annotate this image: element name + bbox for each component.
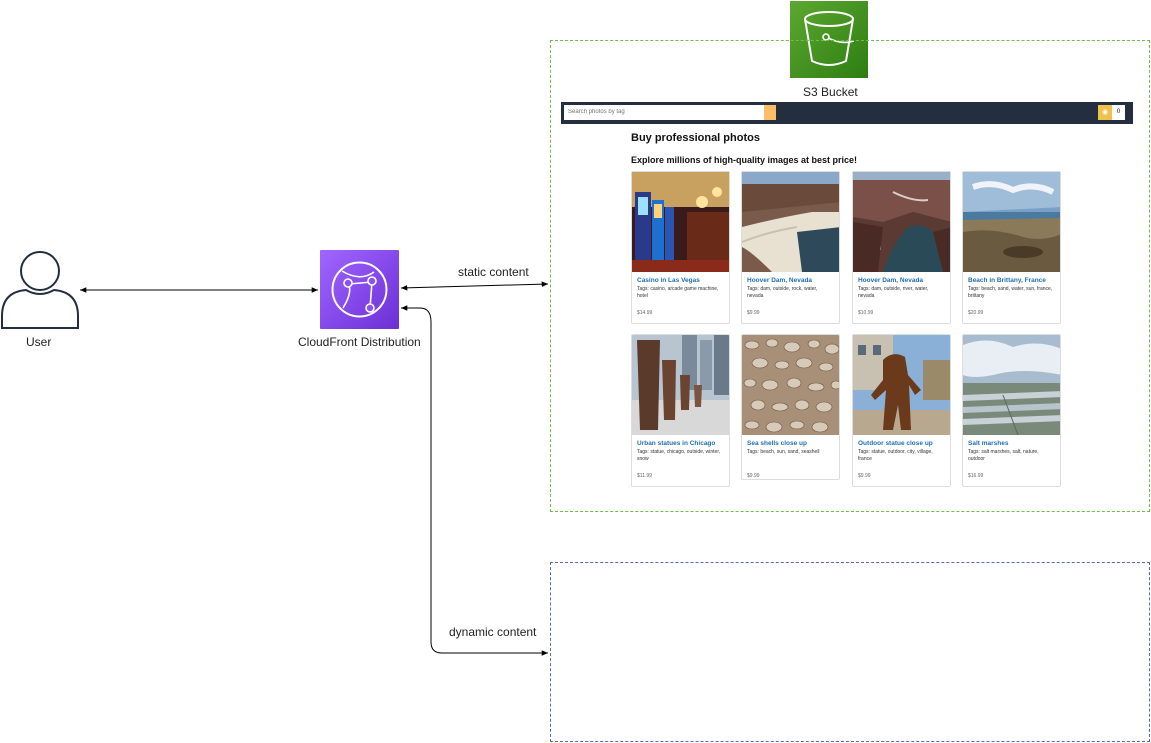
product-tags: Tags: statue, outdoor, city, village, fr… <box>858 449 933 462</box>
product-card[interactable]: Urban statues in Chicago Tags: statue, c… <box>631 334 730 487</box>
product-price: $9.99 <box>747 473 760 479</box>
product-title[interactable]: Beach in Brittany, France <box>968 277 1055 284</box>
shells-photo[interactable] <box>742 335 840 435</box>
product-card[interactable]: Beach in Brittany, France Tags: beach, s… <box>962 171 1061 324</box>
product-card[interactable]: Salt marshes Tags: salt marshes, salt, n… <box>962 334 1061 487</box>
product-title[interactable]: Casino in Las Vegas <box>637 277 724 284</box>
static-content-edge <box>400 281 549 291</box>
product-tags: Tags: beach, sand, water, sun, france, b… <box>968 286 1053 299</box>
product-price: $16.99 <box>968 473 984 479</box>
salt-marsh-photo[interactable] <box>963 335 1061 435</box>
casino-photo[interactable] <box>632 172 730 272</box>
site-search-button[interactable] <box>764 105 776 120</box>
product-title[interactable]: Hoover Dam, Nevada <box>858 277 945 284</box>
product-tags: Tags: salt marshes, salt, nature, outdoo… <box>968 449 1039 462</box>
site-header: ◉ 0 <box>561 102 1133 124</box>
product-price: $9.99 <box>747 310 760 316</box>
dynamic-content-label: dynamic content <box>449 625 537 639</box>
product-price: $20.99 <box>968 310 984 316</box>
product-card[interactable]: Hoover Dam, Nevada Tags: dam, outside, r… <box>852 171 951 324</box>
user-icon <box>1 251 79 329</box>
dam-river-photo[interactable] <box>853 172 951 272</box>
product-tags: Tags: dam, outside, river, water, nevada <box>858 286 929 299</box>
cloudfront-label: CloudFront Distribution <box>298 335 421 349</box>
product-price: $9.99 <box>858 473 871 479</box>
site-cart-button[interactable]: ◉ 0 <box>1098 105 1125 120</box>
cart-count: 0 <box>1112 105 1125 120</box>
statues-photo[interactable] <box>632 335 730 435</box>
dynamic-content-edge <box>401 305 548 656</box>
product-title[interactable]: Outdoor statue close up <box>858 440 945 447</box>
product-card[interactable]: Sea shells close up Tags: beach, sun, sa… <box>741 334 840 480</box>
product-tags: Tags: statue, chicago, outside, winter, … <box>637 449 721 462</box>
product-title[interactable]: Hoover Dam, Nevada <box>747 277 834 284</box>
site-subtitle: Explore millions of high-quality images … <box>631 155 858 165</box>
product-price: $10.99 <box>858 310 874 316</box>
product-price: $11.99 <box>637 473 652 479</box>
dynamic-origin-group <box>550 562 1150 742</box>
beach-photo[interactable] <box>963 172 1061 272</box>
product-title[interactable]: Sea shells close up <box>747 440 834 447</box>
outdoor-statue-photo[interactable] <box>853 335 951 435</box>
product-title[interactable]: Salt marshes <box>968 440 1055 447</box>
product-card[interactable]: Casino in Las Vegas Tags: casino, arcade… <box>631 171 730 324</box>
site-search-input[interactable] <box>564 105 764 120</box>
product-tags: Tags: beach, sun, sand, seashell <box>747 449 820 455</box>
product-title[interactable]: Urban statues in Chicago <box>637 440 724 447</box>
cloudfront-icon <box>320 250 399 329</box>
product-tags: Tags: dam, outside, rock, water, nevada <box>747 286 818 299</box>
static-content-label: static content <box>458 265 529 279</box>
site-title: Buy professional photos <box>631 132 760 144</box>
product-price: $14.99 <box>637 310 653 316</box>
user-label: User <box>26 335 52 349</box>
dam-photo[interactable] <box>742 172 840 272</box>
product-card[interactable]: Hoover Dam, Nevada Tags: dam, outside, r… <box>741 171 840 324</box>
product-tags: Tags: casino, arcade game machine, hotel <box>637 286 719 299</box>
cart-icon: ◉ <box>1098 105 1112 120</box>
product-card[interactable]: Outdoor statue close up Tags: statue, ou… <box>852 334 951 487</box>
